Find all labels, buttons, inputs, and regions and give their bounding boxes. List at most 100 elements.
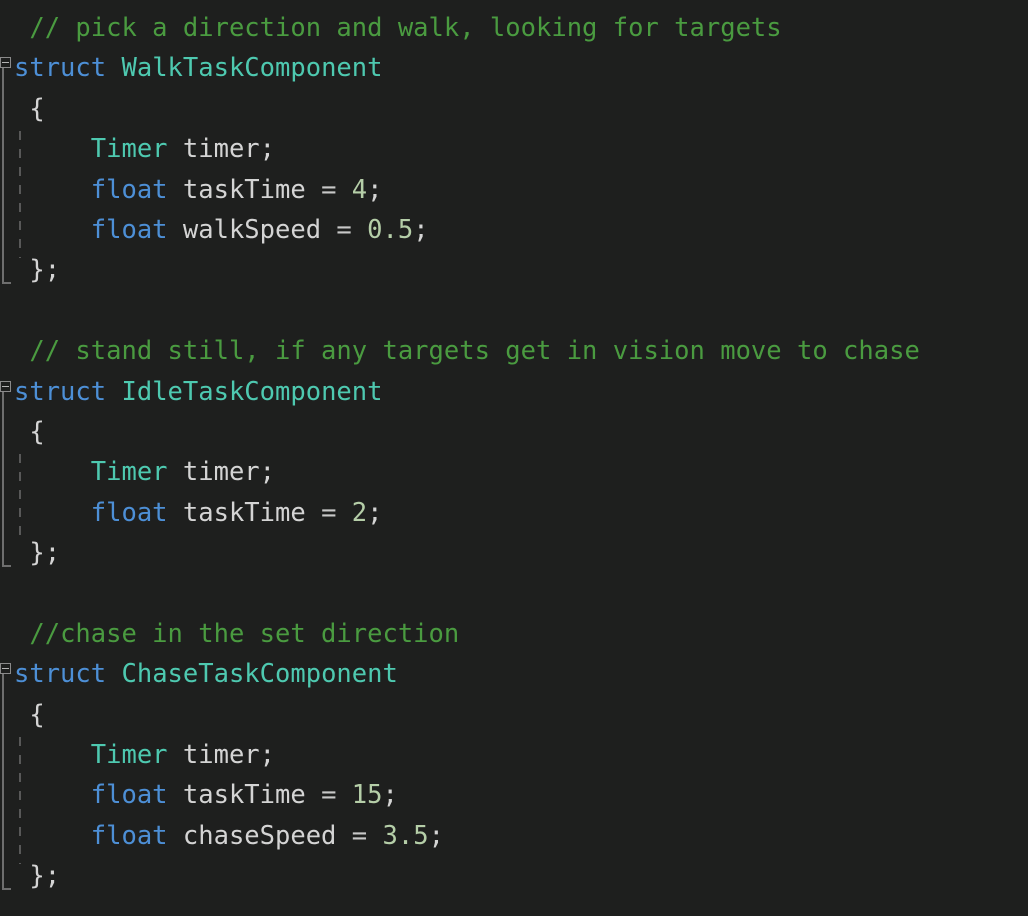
code-line[interactable]: }; xyxy=(0,533,1028,573)
code-token-num: 4 xyxy=(351,174,368,205)
code-token-type: Timer xyxy=(90,134,168,165)
code-token-pun: ; xyxy=(259,740,276,771)
code-token-pun xyxy=(14,331,29,371)
walk-task-component-region-bracket-foot xyxy=(2,282,11,285)
code-line[interactable]: float chaseSpeed = 3.5; xyxy=(0,816,1028,856)
code-token-op: = xyxy=(321,174,337,205)
indent-guide xyxy=(19,454,21,542)
code-editor-surface[interactable]: // pick a direction and walk, looking fo… xyxy=(0,0,1028,916)
code-line[interactable]: { xyxy=(0,89,1028,129)
code-token-pun: { xyxy=(14,699,45,730)
code-line[interactable]: Timer timer; xyxy=(0,129,1028,169)
code-line[interactable]: { xyxy=(0,412,1028,452)
code-token-pun xyxy=(168,775,183,815)
code-line[interactable]: Timer timer; xyxy=(0,452,1028,492)
idle-task-component-region-bracket-foot xyxy=(2,565,11,568)
walk-task-component-region-bracket xyxy=(2,66,4,285)
code-line[interactable]: struct ChaseTaskComponent xyxy=(0,654,1028,694)
code-token-cmt: // pick a direction and walk, looking fo… xyxy=(29,13,782,43)
code-token-pun xyxy=(14,614,29,654)
code-token-pun: ; xyxy=(367,174,383,205)
code-token-pun: ; xyxy=(428,820,444,851)
code-token-num: 3.5 xyxy=(382,820,429,851)
code-line[interactable]: }; xyxy=(0,856,1028,896)
code-token-id: timer xyxy=(182,740,260,771)
fold-toggle-minus-icon[interactable] xyxy=(0,663,11,675)
code-line[interactable]: // pick a direction and walk, looking fo… xyxy=(0,8,1028,48)
code-token-pun: ; xyxy=(413,214,429,245)
code-line[interactable]: // stand still, if any targets get in vi… xyxy=(0,331,1028,371)
code-token-pun xyxy=(352,210,367,250)
code-line[interactable]: float walkSpeed = 0.5; xyxy=(0,210,1028,250)
code-token-pun xyxy=(14,493,91,533)
code-line[interactable]: }; xyxy=(0,250,1028,290)
code-token-num: 0.5 xyxy=(367,214,414,245)
code-line[interactable]: float taskTime = 4; xyxy=(0,170,1028,210)
code-token-pun xyxy=(321,210,336,250)
code-token-pun: { xyxy=(14,416,45,447)
code-token-id: timer xyxy=(182,134,260,165)
code-line[interactable] xyxy=(0,291,1028,331)
indent-guide xyxy=(19,131,21,259)
code-line[interactable] xyxy=(0,573,1028,613)
code-token-pun xyxy=(336,170,351,210)
code-token-id: taskTime xyxy=(182,174,306,205)
code-token-pun xyxy=(168,735,183,775)
code-token-pun: { xyxy=(14,93,45,124)
code-token-pun xyxy=(336,493,351,533)
code-token-pun xyxy=(367,816,382,856)
code-token-type: Timer xyxy=(90,457,168,488)
code-token-kw: float xyxy=(90,780,168,811)
code-lines-container[interactable]: // pick a direction and walk, looking fo… xyxy=(0,8,1028,897)
code-token-pun: ; xyxy=(259,457,276,488)
code-token-pun xyxy=(168,129,183,169)
code-token-kw: float xyxy=(90,174,168,205)
code-token-pun xyxy=(106,372,121,412)
code-token-id: timer xyxy=(182,457,260,488)
code-token-pun xyxy=(14,210,91,250)
code-token-pun: ; xyxy=(382,780,398,811)
code-token-pun xyxy=(306,493,321,533)
code-token-cmt: //chase in the set direction xyxy=(29,618,460,649)
code-token-pun xyxy=(168,493,183,533)
code-line[interactable]: { xyxy=(0,695,1028,735)
indent-guide xyxy=(19,737,21,865)
code-line[interactable]: float taskTime = 15; xyxy=(0,775,1028,815)
code-line[interactable]: struct IdleTaskComponent xyxy=(0,372,1028,412)
code-token-id: taskTime xyxy=(182,497,306,528)
chase-task-component-region-bracket-foot xyxy=(2,888,11,891)
code-token-kw: struct xyxy=(14,659,107,690)
code-token-kw: float xyxy=(90,820,168,851)
code-token-pun xyxy=(336,775,351,815)
code-token-pun xyxy=(336,816,351,856)
code-token-pun xyxy=(106,48,121,88)
code-line[interactable]: float taskTime = 2; xyxy=(0,493,1028,533)
code-token-kw: float xyxy=(90,214,168,245)
code-token-op: = xyxy=(336,214,352,245)
code-token-pun: ; xyxy=(367,497,383,528)
code-token-kw: struct xyxy=(14,376,107,407)
code-token-cmt: // stand still, if any targets get in vi… xyxy=(29,336,920,367)
code-token-pun xyxy=(306,170,321,210)
code-line[interactable]: struct WalkTaskComponent xyxy=(0,48,1028,88)
code-token-pun: ; xyxy=(259,134,276,165)
code-token-pun xyxy=(168,816,183,856)
code-token-pun xyxy=(14,775,91,815)
code-token-pun xyxy=(14,735,91,775)
code-token-pun xyxy=(306,775,321,815)
code-token-num: 15 xyxy=(351,780,383,811)
code-token-type: Timer xyxy=(90,740,168,771)
code-token-kw: struct xyxy=(14,53,107,84)
code-token-type: WalkTaskComponent xyxy=(121,53,383,84)
code-token-pun xyxy=(14,816,91,856)
code-line[interactable]: Timer timer; xyxy=(0,735,1028,775)
code-token-id: walkSpeed xyxy=(182,214,322,245)
code-token-pun xyxy=(168,170,183,210)
code-token-pun xyxy=(14,170,91,210)
fold-toggle-minus-icon[interactable] xyxy=(0,57,11,69)
code-token-id: chaseSpeed xyxy=(182,820,337,851)
chase-task-component-region-bracket xyxy=(2,672,4,891)
code-line[interactable]: //chase in the set direction xyxy=(0,614,1028,654)
code-token-op: = xyxy=(321,497,337,528)
fold-toggle-minus-icon[interactable] xyxy=(0,380,11,392)
